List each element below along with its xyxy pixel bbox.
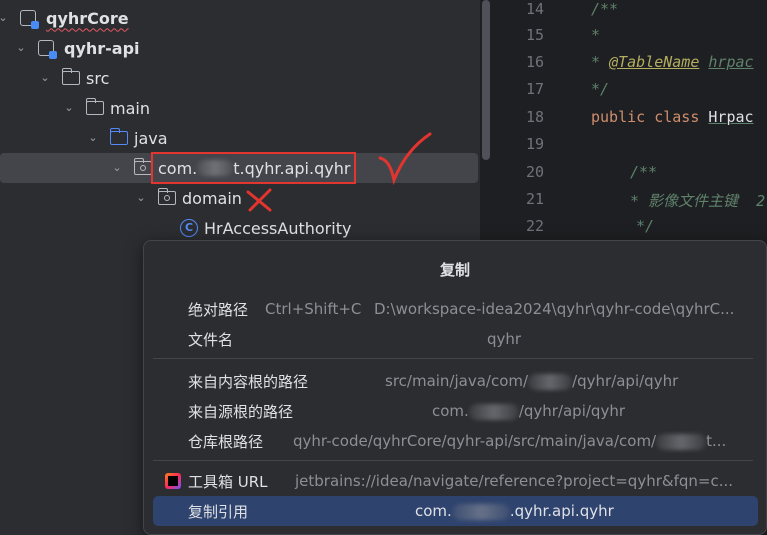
code-line: * @TableName hrpac [591,53,754,71]
menu-item-source-root-path[interactable]: 来自源根的路径 com. /qyhr/api/qyhr [153,396,758,426]
tree-item-src[interactable]: ⌄ src [0,63,480,93]
menu-item-label: 来自内容根的路径 [188,372,309,391]
redacted-blur [468,403,519,420]
tree-item-domain[interactable]: ⌄ domain [0,183,480,213]
chevron-down-icon[interactable]: ⌄ [62,101,76,115]
menu-item-file-name[interactable]: 文件名 qyhr [153,324,758,354]
package-icon [133,158,152,175]
tree-item-qyhrcore[interactable]: ⌄ qyhrCore [0,3,480,33]
menu-item-label: 仓库根路径 [188,432,264,451]
tree-item-label: qyhr-api [64,38,140,58]
source-folder-icon [109,128,128,145]
menu-item-label: 文件名 [188,330,234,349]
value-suffix: t... [706,432,727,450]
class-icon: C [180,219,198,237]
chevron-down-icon[interactable]: ⌄ [86,131,100,145]
tree-item-label: main [110,98,150,118]
line-number: 16 [525,53,544,71]
chevron-down-icon[interactable]: ⌄ [0,11,10,25]
line-number: 21 [525,190,544,208]
copy-path-popup: 复制 绝对路径 Ctrl+Shift+C D:\workspace-idea20… [143,240,767,535]
cross-mark-icon [246,188,272,212]
menu-item-label: 工具箱 URL [188,472,268,491]
package-icon [157,188,176,205]
line-number: 14 [525,0,544,18]
value-suffix: /qyhr/api/qyhr [572,372,679,390]
popup-title: 复制 [439,261,470,279]
menu-item-toolbox-url[interactable]: 工具箱 URL jetbrains://idea/navigate/refere… [153,466,758,496]
value-suffix: /qyhr/api/qyhr [518,402,625,420]
code-line: */ [636,217,655,235]
menu-item-shortcut: Ctrl+Shift+C [265,300,362,318]
tree-item-label: java [134,128,168,148]
chevron-down-icon[interactable]: ⌄ [38,71,52,85]
menu-separator [153,460,753,461]
menu-item-copy-reference[interactable]: 复制引用 com. .qyhr.api.qyhr [153,496,758,526]
value-prefix: com. [432,402,469,420]
code-line: */ [591,80,610,98]
tree-item-label: qyhrCore [46,8,129,28]
menu-item-value: jetbrains://idea/navigate/reference?proj… [295,472,734,490]
chevron-down-icon[interactable]: ⌄ [14,41,28,55]
menu-item-repository-root-path[interactable]: 仓库根路径 qyhr-code/qyhrCore/qyhr-api/src/ma… [153,426,758,456]
value-prefix: com. [415,502,452,520]
menu-item-value: qyhr-code/qyhrCore/qyhr-api/src/main/jav… [293,432,726,450]
menu-item-value: D:\workspace-idea2024\qyhr\qyhr-code\qyh… [374,300,735,318]
line-number: 20 [525,163,544,181]
menu-item-absolute-path[interactable]: 绝对路径 Ctrl+Shift+C D:\workspace-idea2024\… [153,294,758,324]
menu-item-value: com. /qyhr/api/qyhr [432,402,625,420]
menu-item-content-root-path[interactable]: 来自内容根的路径 src/main/java/com/ /qyhr/api/qyh… [153,366,758,396]
tree-scrollbar[interactable] [482,0,490,160]
module-icon [20,10,39,29]
tree-item-qyhr-api[interactable]: ⌄ qyhr-api [0,33,480,63]
class-name-token: Hrpac [708,108,754,126]
code-line: * [591,26,601,44]
line-number: 19 [525,135,544,153]
annotation-highlight-box [151,152,356,184]
tree-item-hraccessauthority[interactable]: C HrAccessAuthority [0,213,480,243]
line-number: 15 [525,26,544,44]
annotation-token: @TableName [609,53,700,71]
tree-item-label: domain [182,188,242,208]
tree-item-main[interactable]: ⌄ main [0,93,480,123]
menu-separator [153,358,753,359]
folder-icon [61,68,80,85]
folder-icon [85,98,104,115]
value-prefix: qyhr-code/qyhrCore/qyhr-api/src/main/jav… [293,432,657,450]
code-line: public class Hrpac [591,108,754,126]
checkmark-icon [378,132,432,186]
toolbox-icon [165,473,181,489]
value-prefix: src/main/java/com/ [385,372,529,390]
code-token: hrpac [708,53,754,71]
line-number: 18 [525,108,544,126]
menu-item-value: com. .qyhr.api.qyhr [415,502,614,520]
menu-item-value: qyhr [487,330,522,348]
redacted-blur [528,373,573,390]
code-line: /** [630,163,658,181]
redacted-blur [656,433,707,450]
tree-item-label: src [86,68,110,88]
line-number: 17 [525,80,544,98]
module-icon [38,40,57,59]
tree-item-label: HrAccessAuthority [204,218,352,238]
redacted-blur [451,503,510,520]
chevron-down-icon[interactable]: ⌄ [110,161,124,175]
menu-item-label: 来自源根的路径 [188,402,294,421]
value-suffix: .qyhr.api.qyhr [509,502,614,520]
keyword-token: public class [591,108,700,126]
line-number: 22 [525,217,544,235]
menu-item-value: src/main/java/com/ /qyhr/api/qyhr [385,372,678,390]
code-line: * 影像文件主键 2 [630,192,766,210]
chevron-down-icon[interactable]: ⌄ [134,191,148,205]
menu-item-label: 复制引用 [188,502,249,521]
menu-item-label: 绝对路径 [188,300,249,319]
code-line: /** [591,0,619,18]
